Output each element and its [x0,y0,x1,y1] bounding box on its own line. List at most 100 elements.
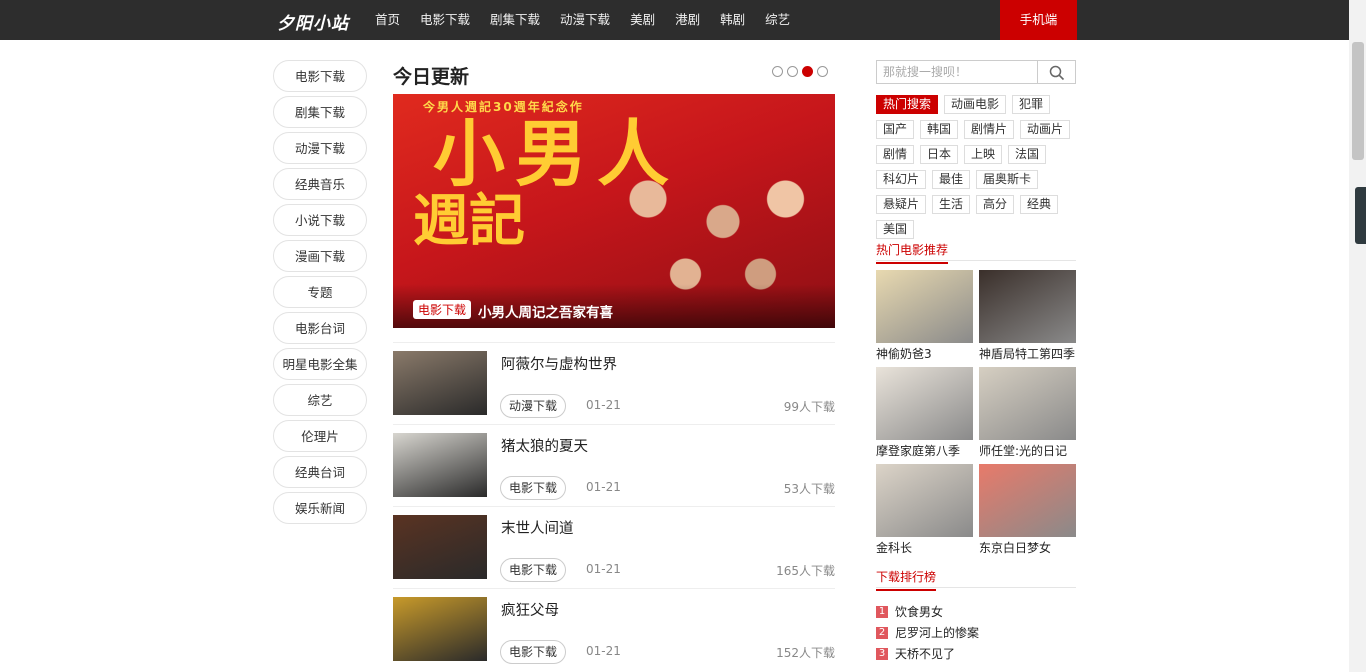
nav-movie-download[interactable]: 电影下载 [420,0,470,40]
hot-tag[interactable]: 最佳 [932,170,971,189]
recommend-poster[interactable] [979,464,1076,537]
hot-tag[interactable]: 科幻片 [876,170,927,189]
recommend-poster[interactable] [876,367,973,440]
list-item-thumbnail[interactable] [393,433,487,497]
list-item[interactable]: 末世人间道 电影下载 01-21 165人下载 [393,506,835,588]
ranking-number: 3 [876,647,888,660]
recommend-card[interactable]: 金科长 [876,464,973,556]
sidebar-item[interactable]: 小说下载 [273,204,367,236]
recommend-card[interactable]: 师任堂:光的日记 [979,367,1076,459]
ranking-item[interactable]: 1 饮食男女 [876,601,1076,622]
recommend-poster[interactable] [979,270,1076,343]
list-item-date: 01-21 [586,562,621,576]
recommend-name[interactable]: 金科长 [876,539,973,556]
list-item-thumbnail[interactable] [393,351,487,415]
hot-tag[interactable]: 上映 [964,145,1003,164]
sidebar-item[interactable]: 电影下载 [273,60,367,92]
sidebar-item[interactable]: 经典台词 [273,456,367,488]
hot-search-label: 热门搜索 [876,95,939,114]
nav-anime-download[interactable]: 动漫下载 [560,0,610,40]
recommend-poster[interactable] [876,270,973,343]
hot-tag[interactable]: 日本 [920,145,959,164]
search-input[interactable]: 那就搜一搜呗！ [876,60,1038,84]
sidebar-item[interactable]: 剧集下载 [273,96,367,128]
list-item-title[interactable]: 末世人间道 [501,517,574,538]
hot-tag[interactable]: 动画电影 [944,95,1007,114]
sidebar-item[interactable]: 伦理片 [273,420,367,452]
hot-tag[interactable]: 犯罪 [1012,95,1051,114]
recommend-card[interactable]: 神偷奶爸3 [876,270,973,362]
hot-tag[interactable]: 韩国 [920,120,959,139]
nav-kr-drama[interactable]: 韩剧 [720,0,745,40]
hot-tag[interactable]: 经典 [1020,195,1059,214]
site-logo[interactable]: 夕阳小站 [277,9,349,34]
list-item-title[interactable]: 阿薇尔与虚构世界 [501,353,617,374]
list-item-thumbnail[interactable] [393,597,487,661]
list-item-thumbnail[interactable] [393,515,487,579]
recommend-name[interactable]: 东京白日梦女 [979,539,1076,556]
hot-tag[interactable]: 届奥斯卡 [976,170,1039,189]
hot-tag[interactable]: 生活 [932,195,971,214]
ranking-item[interactable]: 3 天桥不见了 [876,643,1076,664]
sidebar-item[interactable]: 动漫下载 [273,132,367,164]
hot-tag[interactable]: 动画片 [1020,120,1071,139]
download-ranking: 1 饮食男女 2 尼罗河上的惨案 3 天桥不见了 [876,601,1076,664]
recommend-name[interactable]: 神盾局特工第四季 [979,345,1076,362]
slider-dot[interactable] [817,66,828,77]
recommend-card[interactable]: 东京白日梦女 [979,464,1076,556]
slider-dot[interactable] [772,66,783,77]
nav-variety[interactable]: 综艺 [765,0,790,40]
category-sidebar: 电影下载 剧集下载 动漫下载 经典音乐 小说下载 漫画下载 专题 电影台词 明星… [273,56,367,524]
recommend-name[interactable]: 神偷奶爸3 [876,345,973,362]
recommend-name[interactable]: 摩登家庭第八季 [876,442,973,459]
list-item-category[interactable]: 电影下载 [500,640,567,664]
list-item-title[interactable]: 疯狂父母 [501,599,559,620]
hot-tag[interactable]: 国产 [876,120,915,139]
featured-banner[interactable]: 今男人週記30週年紀念作 小男人 週記 电影下载 小男人周记之吾家有喜 [393,94,835,328]
sidebar-item[interactable]: 电影台词 [273,312,367,344]
hot-tag[interactable]: 法国 [1008,145,1047,164]
sidebar-item[interactable]: 明星电影全集 [273,348,367,380]
hot-tag[interactable]: 剧情 [876,145,915,164]
sidebar-item[interactable]: 娱乐新闻 [273,492,367,524]
slider-dot[interactable] [787,66,798,77]
hot-tag[interactable]: 悬疑片 [876,195,927,214]
nav-series-download[interactable]: 剧集下载 [490,0,540,40]
hot-tag[interactable]: 美国 [876,220,915,239]
banner-caption[interactable]: 小男人周记之吾家有喜 [478,301,613,321]
nav-us-drama[interactable]: 美剧 [630,0,655,40]
nav-home[interactable]: 首页 [375,0,400,40]
ranking-name[interactable]: 尼罗河上的惨案 [895,624,979,641]
ranking-name[interactable]: 天桥不见了 [895,645,955,662]
banner-category-tag[interactable]: 电影下载 [413,300,472,319]
list-item[interactable]: 疯狂父母 电影下载 01-21 152人下载 [393,588,835,670]
ranking-name[interactable]: 饮食男女 [895,603,943,620]
slider-dot[interactable] [802,66,813,77]
list-item[interactable]: 猪太狼的夏天 电影下载 01-21 53人下载 [393,424,835,506]
sidebar-item[interactable]: 经典音乐 [273,168,367,200]
sidebar-item[interactable]: 漫画下载 [273,240,367,272]
list-item-date: 01-21 [586,398,621,412]
nav-hk-drama[interactable]: 港剧 [675,0,700,40]
list-item[interactable]: 阿薇尔与虚构世界 动漫下载 01-21 99人下载 [393,342,835,424]
recommend-card[interactable]: 神盾局特工第四季 [979,270,1076,362]
slider-dots [772,66,828,77]
scrollbar-thumb[interactable] [1352,42,1364,160]
hot-tag[interactable]: 高分 [976,195,1015,214]
sidebar-item[interactable]: 专题 [273,276,367,308]
poster-title-line2: 週記 [413,189,525,254]
list-item-category[interactable]: 电影下载 [500,476,567,500]
sidebar-item[interactable]: 综艺 [273,384,367,416]
recommend-card[interactable]: 摩登家庭第八季 [876,367,973,459]
search-button[interactable] [1037,60,1076,84]
floating-side-widget[interactable] [1355,187,1366,244]
list-item-category[interactable]: 电影下载 [500,558,567,582]
mobile-version-button[interactable]: 手机端 [1000,0,1077,40]
recommend-name[interactable]: 师任堂:光的日记 [979,442,1076,459]
list-item-title[interactable]: 猪太狼的夏天 [501,435,588,456]
ranking-item[interactable]: 2 尼罗河上的惨案 [876,622,1076,643]
recommend-poster[interactable] [876,464,973,537]
recommend-poster[interactable] [979,367,1076,440]
hot-tag[interactable]: 剧情片 [964,120,1015,139]
list-item-category[interactable]: 动漫下载 [500,394,567,418]
